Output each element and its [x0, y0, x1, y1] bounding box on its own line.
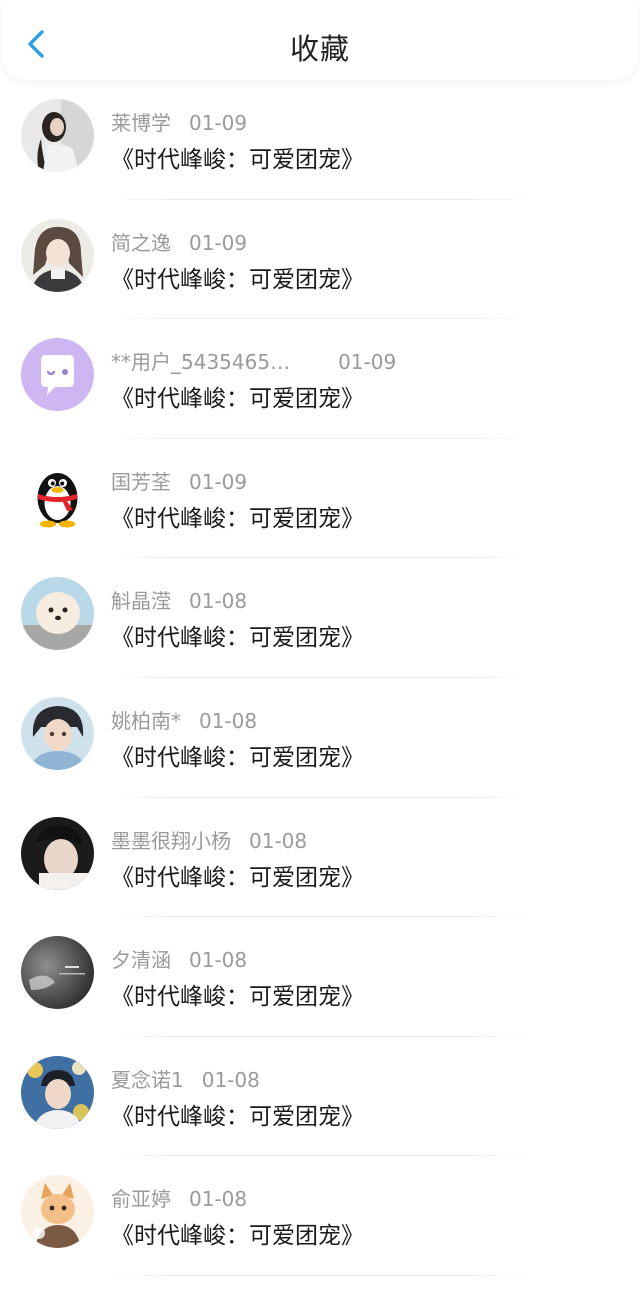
book-title[interactable]: 《时代峰峻：可爱团宠》 [111, 1097, 364, 1131]
date: 01-08 [249, 828, 308, 853]
avatar[interactable] [21, 696, 94, 770]
date: 01-09 [338, 350, 397, 375]
list-item[interactable]: **用户_5435465… 01-09 《时代峰峻：可爱团宠》 [0, 319, 640, 439]
avatar[interactable] [21, 457, 94, 531]
avatar[interactable] [21, 338, 94, 412]
avatar[interactable] [21, 577, 94, 651]
divider [110, 1274, 530, 1276]
book-title[interactable]: 《时代峰峻：可爱团宠》 [111, 1216, 364, 1250]
book-title[interactable]: 《时代峰峻：可爱团宠》 [111, 858, 364, 892]
username[interactable]: 夕清涵 [111, 948, 171, 972]
book-title[interactable]: 《时代峰峻：可爱团宠》 [111, 977, 364, 1011]
username[interactable]: 夏念诺1 [111, 1068, 184, 1092]
avatar[interactable] [21, 218, 94, 292]
list-item[interactable]: 简之逸 01-09 《时代峰峻：可爱团宠》 [0, 200, 640, 320]
date: 01-08 [199, 708, 258, 733]
username[interactable]: 俞亚婷 [111, 1187, 171, 1211]
list-item[interactable]: 俞亚婷 01-08 《时代峰峻：可爱团宠》 [0, 1156, 640, 1276]
date: 01-08 [201, 1067, 260, 1092]
username[interactable]: 简之逸 [111, 231, 171, 255]
list-item[interactable]: 莱博学 01-09 《时代峰峻：可爱团宠》 [0, 80, 640, 200]
date: 01-09 [189, 230, 248, 255]
book-title[interactable]: 《时代峰峻：可爱团宠》 [111, 499, 364, 533]
date: 01-09 [189, 469, 248, 494]
list-item[interactable]: 墨墨很翔小杨 01-08 《时代峰峻：可爱团宠》 [0, 798, 640, 918]
list-item[interactable]: 夏念诺1 01-08 《时代峰峻：可爱团宠》 [0, 1037, 640, 1157]
date: 01-08 [189, 948, 248, 973]
date: 01-09 [189, 111, 248, 135]
book-title[interactable]: 《时代峰峻：可爱团宠》 [111, 738, 364, 772]
date: 01-08 [189, 589, 248, 614]
page-title: 收藏 [289, 32, 350, 66]
list-item[interactable]: 姚柏南* 01-08 《时代峰峻：可爱团宠》 [0, 678, 640, 798]
avatar[interactable] [21, 936, 94, 1010]
avatar[interactable] [21, 1175, 94, 1249]
username[interactable]: 国芳荃 [111, 470, 171, 494]
username[interactable]: 莱博学 [111, 111, 171, 135]
username[interactable]: **用户_5435465… [111, 350, 290, 374]
book-title[interactable]: 《时代峰峻：可爱团宠》 [111, 379, 364, 413]
username[interactable]: 斛晶滢 [111, 589, 171, 613]
avatar[interactable] [21, 99, 94, 172]
list-item[interactable]: 夕清涵 01-08 《时代峰峻：可爱团宠》 [0, 917, 640, 1037]
avatar[interactable] [21, 1055, 94, 1129]
top-bar: 收藏 [2, 0, 638, 80]
book-title[interactable]: 《时代峰峻：可爱团宠》 [111, 140, 364, 174]
list-item[interactable]: 国芳荃 01-09 《时代峰峻：可爱团宠》 [0, 439, 640, 559]
username[interactable]: 墨墨很翔小杨 [111, 829, 231, 853]
favorites-list: 莱博学 01-09 《时代峰峻：可爱团宠》 简之逸 01-09 《时代峰峻：可爱团宠… [0, 80, 640, 1276]
date: 01-08 [189, 1187, 248, 1212]
book-title[interactable]: 《时代峰峻：可爱团宠》 [111, 260, 364, 294]
avatar[interactable] [21, 816, 94, 890]
username[interactable]: 姚柏南* [111, 709, 181, 733]
list-item[interactable]: 斛晶滢 01-08 《时代峰峻：可爱团宠》 [0, 558, 640, 678]
book-title[interactable]: 《时代峰峻：可爱团宠》 [111, 618, 364, 652]
